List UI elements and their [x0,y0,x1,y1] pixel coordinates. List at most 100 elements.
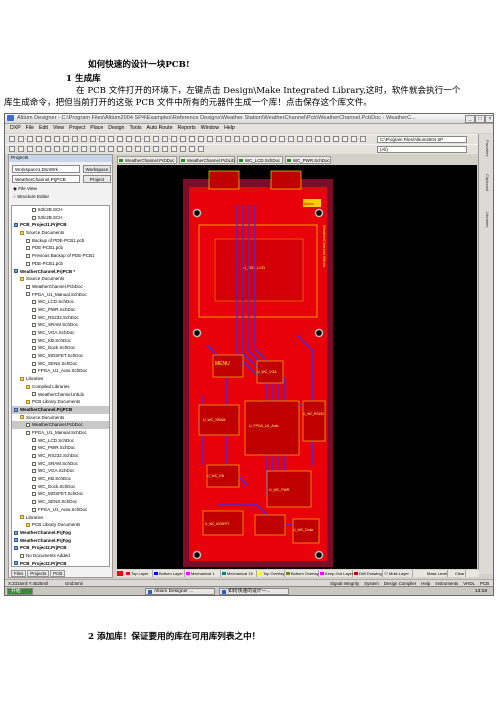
toolbar-button-icon[interactable] [189,146,195,152]
toolbar-button-icon[interactable] [117,146,123,152]
toolbar-button-icon[interactable] [45,146,51,152]
layer-tab[interactable]: Top Layer [125,570,153,577]
toolbar-button-icon[interactable] [306,136,312,142]
toolbar-button-icon[interactable] [342,136,348,142]
tree-item[interactable]: PDE-PCB1.pcb [12,244,109,252]
layer-tab[interactable]: Drill Drawing [353,570,383,577]
toolbar-button-icon[interactable] [153,136,159,142]
menu-project[interactable]: Project [69,124,85,133]
toolbar-button-icon[interactable] [162,146,168,152]
toolbar-button-icon[interactable] [252,136,258,142]
layer-tab[interactable]: Mechanical 15 [221,570,257,577]
path-input[interactable]: C:\Program Files\Altium2004 SP [377,136,467,143]
structure-editor-radio[interactable]: ○ Structure Editor [13,194,49,199]
menu-file[interactable]: File [26,124,34,133]
tree-item[interactable]: WC_MOSFET.SchDoc [12,490,109,498]
tree-item[interactable]: WC_PWR.SchDoc [12,306,109,314]
tree-item[interactable]: WC_SRAM.SchDoc [12,321,109,329]
toolbar-button-icon[interactable] [126,146,132,152]
tree-item[interactable]: Source Documents [12,229,109,237]
tree-item[interactable]: WC_Dock.SchDoc [12,483,109,491]
menu-window[interactable]: Window [201,124,219,133]
toolbar-button-icon[interactable] [9,136,15,142]
doc-tab-lcd[interactable]: WC_LCD.SchDoc [237,156,283,164]
toolbar-button-icon[interactable] [99,136,105,142]
menu-edit[interactable]: Edit [39,124,48,133]
tree-item[interactable]: WeatherChannel.PcbDoc [12,421,109,429]
minimize-button[interactable]: _ [465,115,475,123]
doc-tab-pwr[interactable]: WC_PWR.SchDoc [285,156,331,164]
toolbar-button-icon[interactable] [90,136,96,142]
tree-item[interactable]: WeatherChannel.PrjPCB * [12,268,109,276]
toolbar-button-icon[interactable] [297,136,303,142]
toolbar-button-icon[interactable] [99,146,105,152]
menu-tools[interactable]: Tools [129,124,141,133]
tree-item[interactable]: WC_VGA.SchDoc [12,467,109,475]
task-altium[interactable]: Altium Designer ... [145,588,215,595]
tree-item[interactable]: PCB_Project2.PrjPCB [12,544,109,552]
start-button[interactable]: 开始 [7,588,33,595]
tree-item[interactable]: WC_MOSFET.SchDoc [12,352,109,360]
toolbar-button-icon[interactable] [63,146,69,152]
tree-item[interactable]: WeatherChannel.IntLib [12,391,109,399]
tree-item[interactable]: WeatherChannel.PrjFpg [12,529,109,537]
toolbar-button-icon[interactable] [171,146,177,152]
layer-tab[interactable]: Mechanical 1 [185,570,221,577]
menu-auto-route[interactable]: Auto Route [147,124,173,133]
tree-item[interactable]: 53lc2B.SCH [12,214,109,222]
workspace-select[interactable]: Workspace1.DsnWrk [12,165,80,173]
maximize-button[interactable]: □ [475,115,485,123]
tree-item[interactable]: Source Documents [12,414,109,422]
toolbar-button-icon[interactable] [135,136,141,142]
toolbar-button-icon[interactable] [153,146,159,152]
tree-item[interactable]: WeatherChannel.PrjPCB [12,405,109,414]
tree-item[interactable]: WC_KB.SchDoc [12,337,109,345]
filter-select[interactable]: (All) [377,146,467,153]
tree-item[interactable]: FPGA_U1_Auto.SchDoc [12,367,109,375]
layer-option-1[interactable]: Clear [453,570,466,577]
toolbar-button-icon[interactable] [18,136,24,142]
layer-option-0[interactable]: Mask Level [425,570,449,577]
toolbar-button-icon[interactable] [9,146,15,152]
toolbar-button-icon[interactable] [243,136,249,142]
tree-item[interactable]: WeatherChannel.PcbDoc [12,283,109,291]
menu-dxp[interactable]: DXP [10,124,21,133]
tree-item[interactable]: WC_SRAM.SchDoc [12,460,109,468]
tree-item[interactable]: Backup of PDE-PCB1.pcb [12,237,109,245]
menu-help[interactable]: Help [224,124,235,133]
toolbar-button-icon[interactable] [54,136,60,142]
layer-tab[interactable]: Bottom Layer [153,570,185,577]
menu-reports[interactable]: Reports [178,124,196,133]
toolbar-button-icon[interactable] [81,136,87,142]
tree-item[interactable]: WC_SENS.SchDoc [12,498,109,506]
tab-projects[interactable]: Projects [27,570,50,577]
toolbar-button-icon[interactable] [180,136,186,142]
tree-item[interactable]: WeatherChannel.PrjFpg [12,537,109,545]
menu-view[interactable]: View [53,124,64,133]
toolbar-button-icon[interactable] [27,136,33,142]
toolbar-button-icon[interactable] [135,146,141,152]
tree-item[interactable]: FPGA_U1_Manual.SchDoc [12,429,109,437]
toolbar-button-icon[interactable] [90,146,96,152]
project-button[interactable]: Project [83,175,111,183]
toolbar-button-icon[interactable] [144,146,150,152]
toolbar-button-icon[interactable] [63,136,69,142]
tree-item[interactable]: Compiled Libraries [12,383,109,391]
tree-item[interactable]: 53lc2B.SCH [12,206,109,214]
menu-design[interactable]: Design [108,124,124,133]
layer-tab[interactable]: Top Overlay [257,570,285,577]
toolbar-button-icon[interactable] [261,136,267,142]
tree-item[interactable]: FPGA_U1_Auto.SchDoc [12,506,109,514]
tree-item[interactable]: PDE-PCB1.pcb [12,260,109,268]
tree-item[interactable]: PCB Library Documents [12,521,109,529]
tree-item[interactable]: PCB_Project2.PrjPCB [12,560,109,566]
tree-item[interactable]: Previous Backup of PDE-PCB1 [12,252,109,260]
toolbar-button-icon[interactable] [198,136,204,142]
toolbar-button-icon[interactable] [315,136,321,142]
tree-item[interactable]: Source Documents [12,275,109,283]
libraries-tab[interactable]: Libraries [481,212,490,227]
toolbar-button-icon[interactable] [189,136,195,142]
tree-item[interactable]: No Documents Added [12,552,109,560]
toolbar-button-icon[interactable] [171,136,177,142]
toolbar-button-icon[interactable] [162,136,168,142]
